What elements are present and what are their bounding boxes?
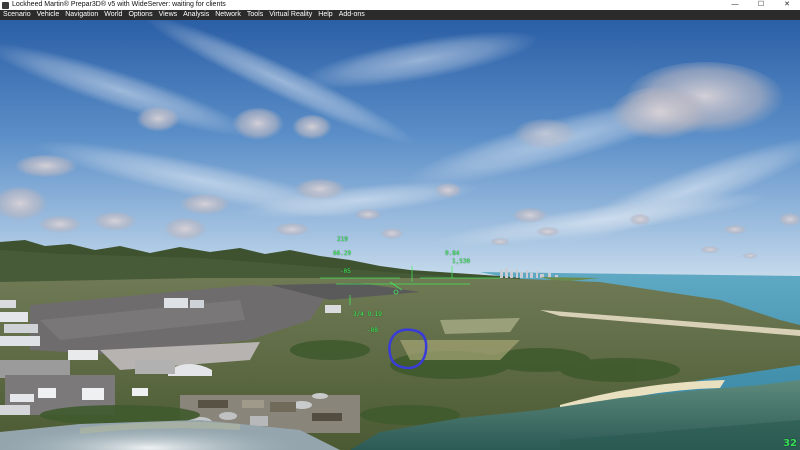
menu-analysis[interactable]: Analysis <box>183 10 209 20</box>
hud-airspeed: 219 <box>337 236 348 243</box>
scenery-view <box>0 20 800 450</box>
prepar3d-window: Lockheed Martin® Prepar3D® v5 with WideS… <box>0 0 800 450</box>
frame-rate-counter: 32 <box>783 438 797 449</box>
menu-views[interactable]: Views <box>159 10 178 20</box>
menu-navigation[interactable]: Navigation <box>65 10 98 20</box>
maximize-button[interactable]: ☐ <box>748 0 774 10</box>
menu-tools[interactable]: Tools <box>247 10 263 20</box>
minimize-button[interactable]: — <box>722 0 748 10</box>
menu-world[interactable]: World <box>104 10 122 20</box>
hud-heading-right: 9.84 <box>445 250 460 257</box>
hud-readout-lower: 3/4 9.19 <box>353 311 382 318</box>
window-controls: — ☐ ✕ <box>722 0 800 10</box>
window-title: Lockheed Martin® Prepar3D® v5 with WideS… <box>12 1 226 8</box>
menu-add-ons[interactable]: Add-ons <box>339 10 365 20</box>
close-button[interactable]: ✕ <box>774 0 800 10</box>
simulator-viewport[interactable]: 219 66.29 9.84 1,530 -05 3/4 9.19 -08 32 <box>0 20 800 450</box>
menu-network[interactable]: Network <box>215 10 241 20</box>
hud-altitude: 1,530 <box>452 258 471 265</box>
prepar3d-app-icon <box>2 1 9 9</box>
menu-bar: Scenario Vehicle Navigation World Option… <box>0 10 800 20</box>
hud-heading-left: 66.29 <box>333 250 352 257</box>
menu-help[interactable]: Help <box>318 10 332 20</box>
menu-scenario[interactable]: Scenario <box>3 10 31 20</box>
menu-options[interactable]: Options <box>128 10 152 20</box>
menu-vehicle[interactable]: Vehicle <box>37 10 60 20</box>
menu-virtual-reality[interactable]: Virtual Reality <box>269 10 312 20</box>
hud-ladder-low: -08 <box>367 327 378 334</box>
hud-readout-small: -05 <box>340 268 351 275</box>
